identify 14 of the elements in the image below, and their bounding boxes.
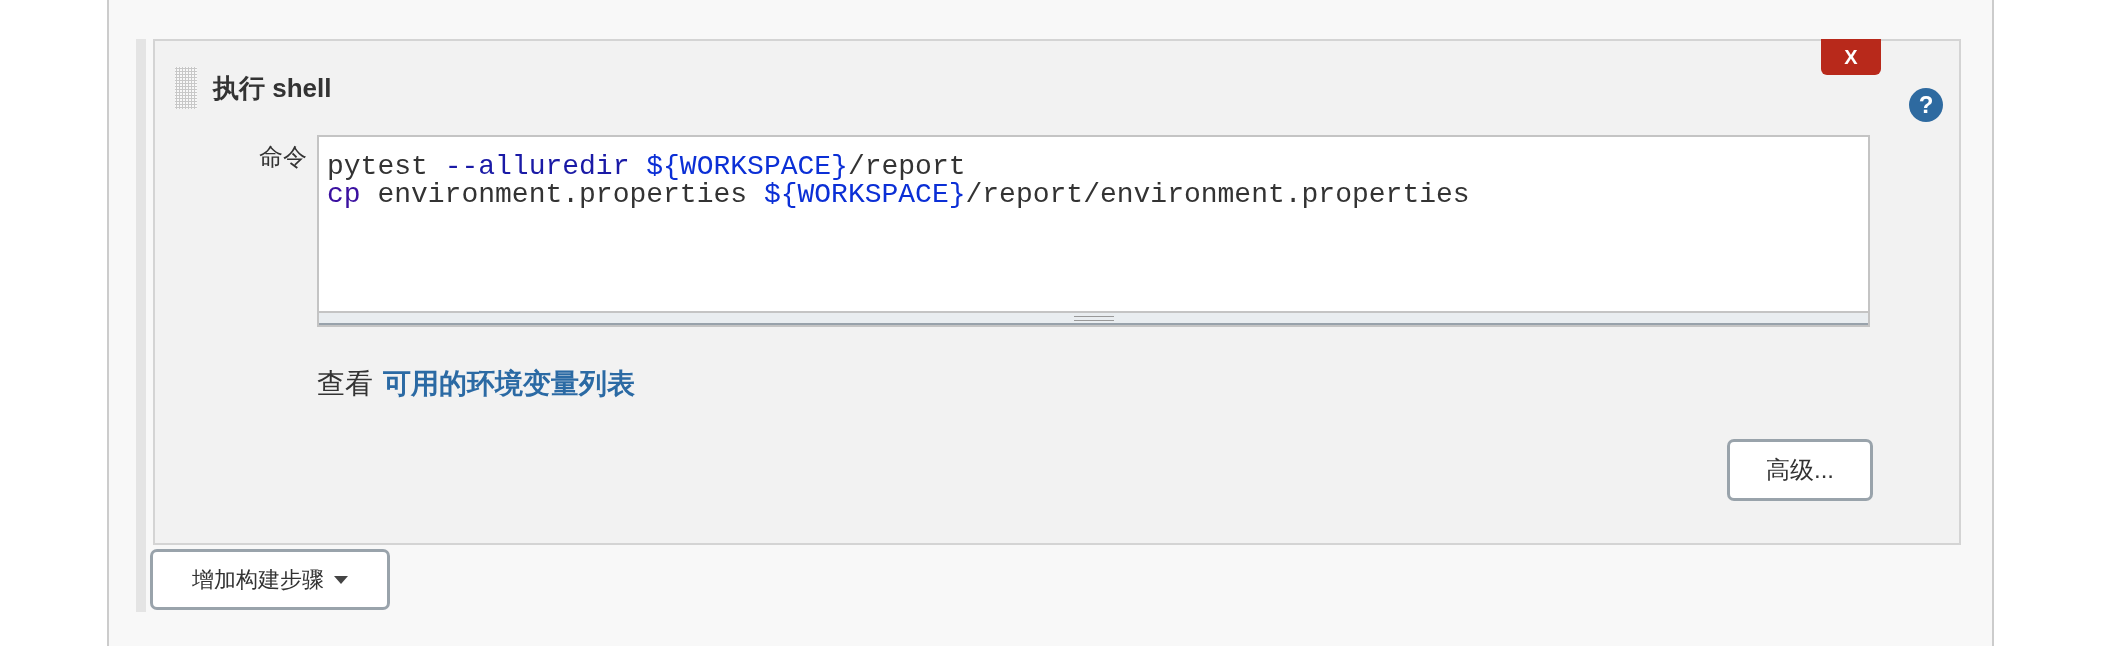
hint-text: 查看 xyxy=(317,367,373,401)
command-field[interactable]: pytest --alluredir ${WORKSPACE}/report cp environment.properties ${WORKSPACE}/report/environment.properties xyxy=(317,135,1870,327)
resize-handle-icon[interactable] xyxy=(1073,315,1114,321)
add-build-step-button[interactable]: 增加构建步骤 xyxy=(150,549,390,610)
drag-handle-icon[interactable] xyxy=(175,67,197,109)
code-line: pytest --alluredir ${WORKSPACE}/report xyxy=(327,153,966,181)
delete-button[interactable]: X xyxy=(1821,39,1881,75)
help-button[interactable]: ? xyxy=(1909,88,1943,122)
field-label: 命令 xyxy=(259,142,307,172)
code-line: cp environment.properties ${WORKSPACE}/report/environment.properties xyxy=(327,181,1470,209)
advanced-button[interactable]: 高级... xyxy=(1727,439,1873,501)
step-title: 执行 shell xyxy=(213,71,332,105)
env-variables-link[interactable]: 可用的环境变量列表 xyxy=(383,365,635,403)
caret-icon xyxy=(334,575,348,584)
